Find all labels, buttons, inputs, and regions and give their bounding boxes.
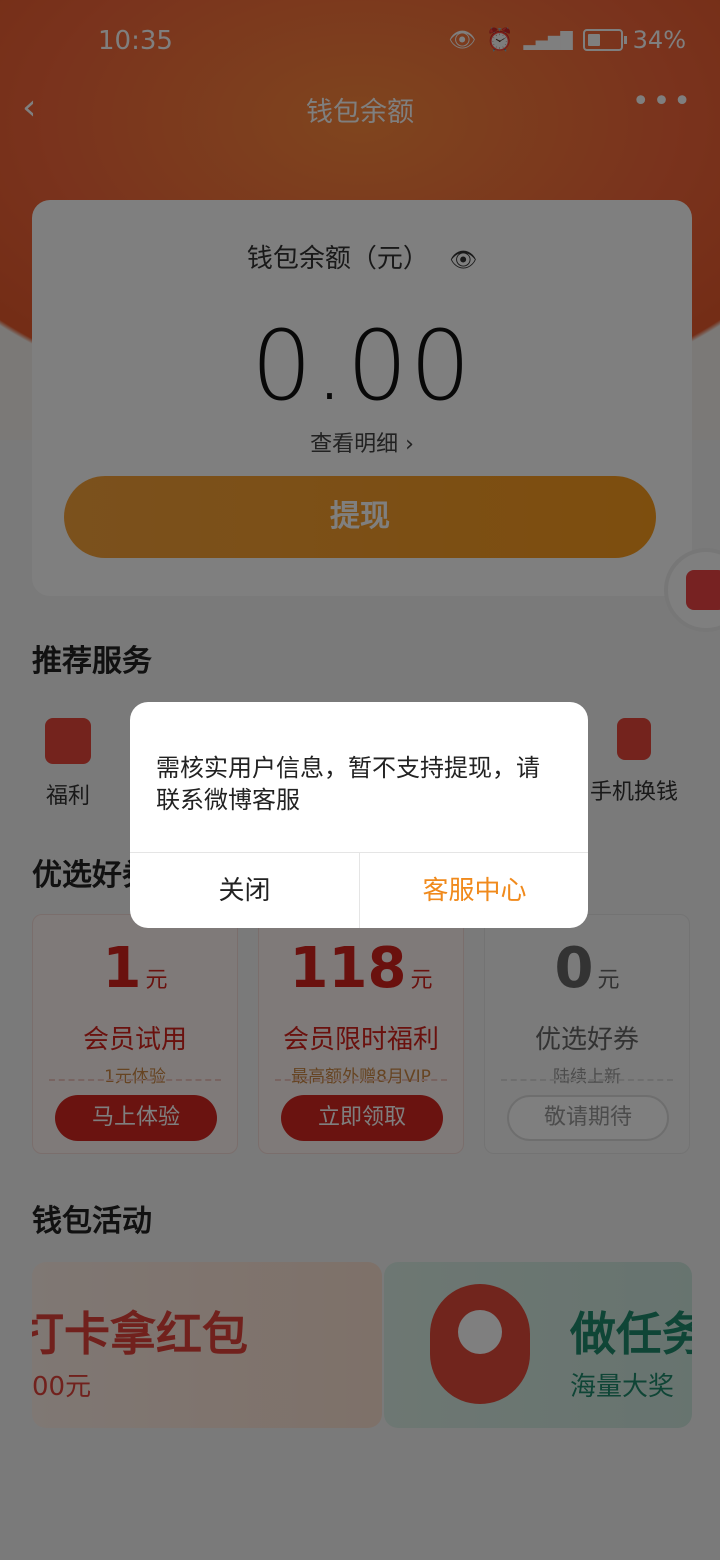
- customer-service-button[interactable]: 客服中心: [360, 852, 588, 928]
- close-button[interactable]: 关闭: [130, 852, 359, 928]
- dialog-message: 需核实用户信息，暂不支持提现，请联系微博客服: [156, 754, 540, 814]
- alert-dialog: 需核实用户信息，暂不支持提现，请联系微博客服 关闭 客服中心: [130, 702, 588, 928]
